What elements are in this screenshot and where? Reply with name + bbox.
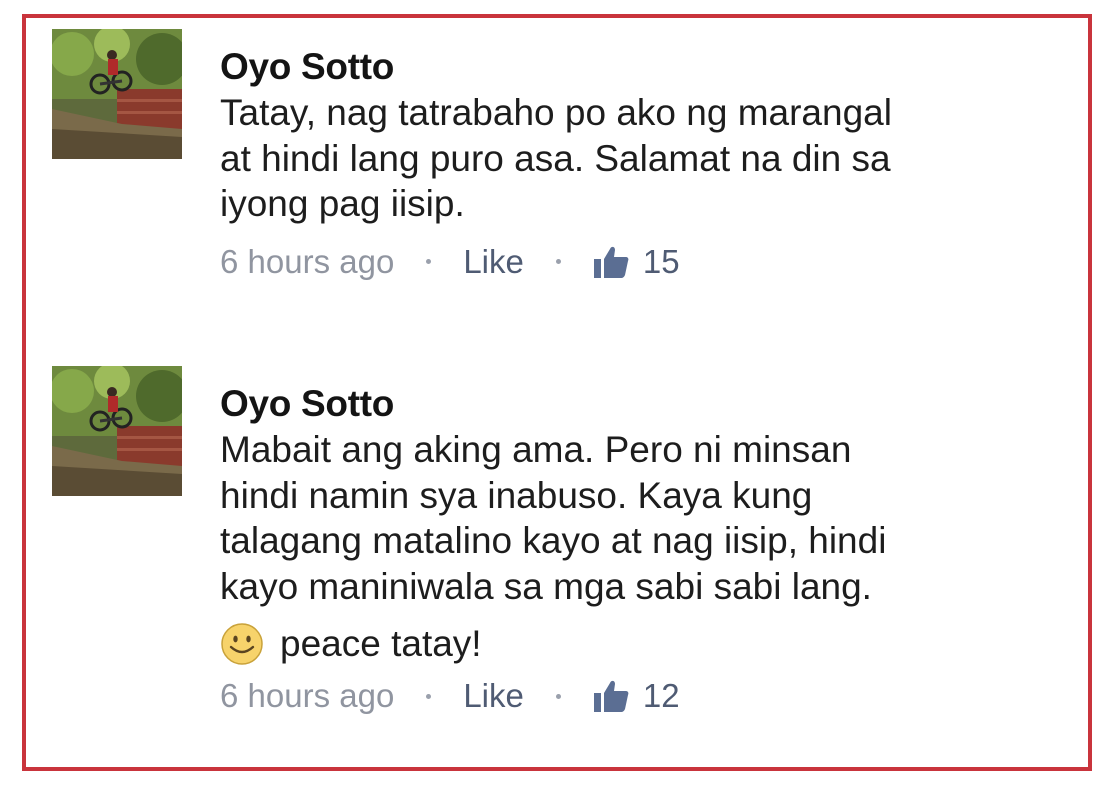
- like-button[interactable]: Like: [463, 677, 524, 715]
- comment-text-line: kayo maniniwala sa mga sabi sabi lang.: [220, 565, 872, 607]
- avatar[interactable]: [52, 29, 182, 159]
- separator-dot: [426, 693, 432, 699]
- separator-dot: [426, 259, 432, 264]
- separator-dot: [555, 259, 561, 264]
- thumbs-up-icon: [593, 680, 629, 712]
- comment-body: Oyo Sotto Tatay, nag tatrabaho po ako ng…: [220, 45, 1080, 285]
- comment-timestamp[interactable]: 6 hours ago: [220, 243, 394, 281]
- comment-meta: 6 hours ago Like 15: [220, 239, 1080, 285]
- comment-author[interactable]: Oyo Sotto: [220, 382, 1080, 426]
- comment-text: Tatay, nag tatrabaho po ako ng marangal …: [220, 90, 1080, 227]
- comment-timestamp[interactable]: 6 hours ago: [220, 677, 394, 715]
- comment-text-line: at hindi lang puro asa. Salamat na din s…: [220, 137, 891, 179]
- thumbs-up-icon: [593, 246, 629, 278]
- comment-text-line: talagang matalino kayo at nag iisip, hin…: [220, 520, 887, 561]
- comment-author[interactable]: Oyo Sotto: [220, 45, 1080, 89]
- comment-meta: 6 hours ago Like 12: [220, 673, 1080, 719]
- separator-dot: [555, 693, 561, 699]
- comment-body: Oyo Sotto Mabait ang aking ama. Pero ni …: [220, 382, 1080, 719]
- profile-photo-bike-jump-icon: [52, 29, 182, 159]
- comment-emoji-line: peace tatay!: [220, 619, 1080, 669]
- like-count[interactable]: 15: [643, 243, 680, 281]
- like-button[interactable]: Like: [463, 243, 524, 281]
- profile-photo-bike-jump-icon: [52, 366, 182, 496]
- smiley-emoji-icon: [221, 623, 263, 665]
- screenshot-frame: Oyo Sotto Tatay, nag tatrabaho po ako ng…: [22, 14, 1092, 771]
- comment-text: Mabait ang aking ama. Pero ni minsan hin…: [220, 427, 1080, 609]
- comment-text-line: hindi namin sya inabuso. Kaya kung: [220, 474, 813, 516]
- comment-text-line: iyong pag iisip.: [220, 183, 465, 224]
- like-count[interactable]: 12: [643, 677, 680, 715]
- comment-text-line: Tatay, nag tatrabaho po ako ng marangal: [220, 92, 892, 133]
- comment-text-line: Mabait ang aking ama. Pero ni minsan: [220, 429, 852, 470]
- avatar[interactable]: [52, 366, 182, 496]
- comment-emoji-text: peace tatay!: [280, 623, 482, 664]
